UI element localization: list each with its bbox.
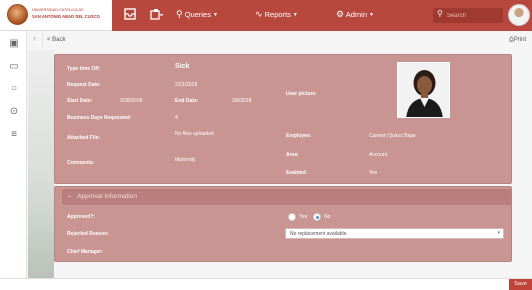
end-date-value: 3/8/2018 [232, 98, 252, 104]
search-nav-icon: ⚲ [176, 9, 183, 19]
employee-value: Carmen Quiroz Bajar [369, 133, 416, 139]
print-label: Print [513, 37, 527, 43]
start-date-label: Start Date: [67, 98, 93, 104]
employee-photo [397, 62, 450, 118]
type-time-off-label: Type time Off: [67, 66, 101, 72]
nav-queries[interactable]: ⚲ Queries ▼ [176, 9, 218, 20]
chevron-down-icon: ▾ [497, 230, 500, 236]
business-days-value: 4 [175, 115, 178, 121]
attached-file-label: Attached File: [67, 135, 101, 141]
approval-section-header[interactable]: ⌄ Approval Information [62, 189, 511, 205]
nav-reports-label: Reports [264, 10, 291, 19]
nav-queries-label: Queries [184, 10, 211, 19]
collapse-sidebar-button[interactable]: › [27, 31, 43, 47]
rejected-reason-value: No replacement available. [290, 231, 348, 237]
search-box: ⚲ [433, 8, 503, 23]
request-date-value: 2/21/2018 [175, 82, 198, 88]
chevron-down-icon: ▼ [369, 12, 374, 18]
save-button[interactable]: Save [509, 279, 532, 290]
approval-section-title: Approval Information [77, 193, 137, 200]
approved-label: Approved?: [67, 214, 96, 220]
back-link[interactable]: < Back [47, 37, 66, 43]
requests-menu-icon[interactable] [150, 8, 164, 23]
chevron-down-icon: ▼ [292, 12, 298, 18]
nav-admin[interactable]: ⚙ Admin ▼ [336, 9, 374, 20]
nav-reports[interactable]: ∿ Reports ▼ [255, 9, 298, 20]
university-logo[interactable]: UNIVERSIDAD CATÓLICA DE SAN ANTONIO ABAD… [5, 3, 115, 27]
chart-icon: ∿ [255, 9, 263, 19]
attached-file-value: No files uploaded [175, 131, 214, 137]
enabled-label: Enabled: [286, 170, 308, 176]
sidebar: ▣ ▭ ○ ⊙ ≡ [0, 31, 27, 290]
employee-label: Employee: [286, 133, 312, 139]
approved-yes-label: Yes [299, 214, 308, 220]
requests-icon-svg [150, 9, 164, 20]
org-chart-icon[interactable]: ≡ [8, 129, 20, 140]
rejected-reason-label: Rejected Reason: [67, 231, 109, 237]
inbox-icon-svg [124, 8, 136, 20]
start-date-value: 2/28/2018 [120, 98, 143, 104]
folder-icon[interactable]: ▭ [8, 61, 20, 72]
search-input[interactable] [447, 10, 499, 21]
footer-bar [0, 278, 532, 290]
type-time-off-value: Sick [175, 63, 190, 70]
request-date-label: Request Date: [67, 82, 101, 88]
background-scenery [28, 50, 54, 278]
approved-no-label: No [324, 214, 331, 220]
nav-admin-label: Admin [345, 10, 368, 19]
attachment-icon[interactable]: ⊙ [8, 106, 20, 117]
area-label: Area: [286, 152, 299, 158]
approved-yes-radio[interactable] [288, 213, 296, 221]
rejected-reason-select[interactable]: No replacement available. ▾ [285, 228, 504, 239]
inbox-icon[interactable] [124, 8, 136, 23]
enabled-value: Yes [369, 170, 378, 176]
business-days-label: Business Days Requested: [67, 115, 132, 121]
end-date-label: End Date: [175, 98, 199, 104]
logo-text-line1: UNIVERSIDAD CATÓLICA DE [32, 8, 84, 12]
search-icon: ⚲ [437, 9, 443, 18]
location-pin-icon[interactable]: ○ [8, 83, 20, 94]
chevron-down-icon: ▼ [212, 12, 218, 18]
chevron-down-icon: ⌄ [67, 193, 73, 199]
gear-icon: ⚙ [336, 9, 345, 19]
user-picture-label: User picture: [286, 91, 317, 97]
logo-text-line2: SAN ANTONIO ABAD DEL CUSCO [32, 14, 100, 19]
area-value: Account [369, 152, 388, 158]
comments-value: Maternity [175, 157, 196, 163]
user-avatar[interactable] [508, 4, 530, 26]
dashboard-icon[interactable]: ▣ [8, 38, 20, 49]
chief-manager-label: Chief Manager: [67, 249, 104, 255]
employee-photo-svg [398, 63, 449, 117]
comments-label: Comments: [67, 160, 95, 166]
print-button[interactable]: ⎙Print [509, 37, 526, 44]
approved-no-radio[interactable] [313, 213, 321, 221]
university-seal-icon [7, 4, 28, 25]
